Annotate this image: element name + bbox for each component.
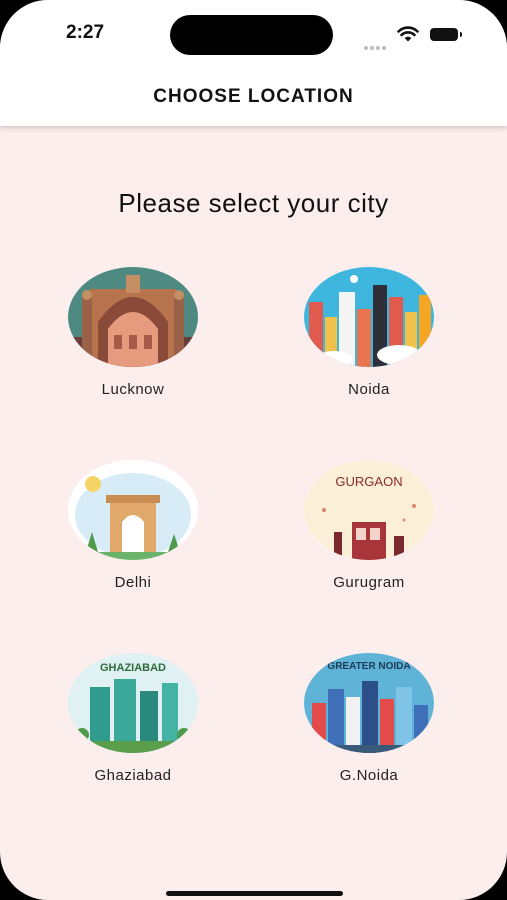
battery-icon — [430, 28, 462, 41]
status-time: 2:27 — [66, 22, 105, 43]
gurugram-image: GURGAON — [304, 460, 434, 560]
city-label: Ghaziabad — [94, 767, 172, 784]
page-title: CHOOSE LOCATION — [153, 86, 354, 107]
city-item-delhi[interactable]: Delhi — [58, 460, 208, 591]
wifi-icon — [397, 26, 419, 42]
phone-screen: 2:27 CHOOSE LOCATION Please select your … — [0, 0, 507, 900]
ghaziabad-image: GHAZIABAD — [68, 653, 198, 753]
delhi-image — [68, 460, 198, 560]
home-indicator[interactable] — [166, 891, 343, 896]
city-label: Delhi — [114, 574, 152, 591]
city-item-g-noida[interactable]: GREATER NOIDA G.Noida — [294, 653, 444, 784]
dynamic-island — [170, 15, 333, 55]
city-label: Gurugram — [333, 574, 405, 591]
city-item-gurugram[interactable]: GURGAON Gurugram — [294, 460, 444, 591]
select-city-prompt: Please select your city — [118, 188, 389, 218]
city-item-noida[interactable]: Noida — [294, 267, 444, 398]
city-label: Lucknow — [101, 381, 165, 398]
city-label: G.Noida — [339, 767, 399, 784]
svg-text:GHAZIABAD: GHAZIABAD — [100, 662, 166, 674]
city-item-lucknow[interactable]: Lucknow — [58, 267, 208, 398]
lucknow-image — [68, 267, 198, 367]
city-label: Noida — [348, 381, 390, 398]
svg-text:GURGAON: GURGAON — [335, 474, 402, 489]
svg-text:GREATER NOIDA: GREATER NOIDA — [327, 661, 410, 672]
top-header-area: 2:27 CHOOSE LOCATION — [0, 0, 507, 126]
city-item-ghaziabad[interactable]: GHAZIABAD Ghaziabad — [58, 653, 208, 784]
noida-image — [304, 267, 434, 367]
g-noida-image: GREATER NOIDA — [304, 653, 434, 753]
signal-dots-icon — [364, 37, 388, 55]
